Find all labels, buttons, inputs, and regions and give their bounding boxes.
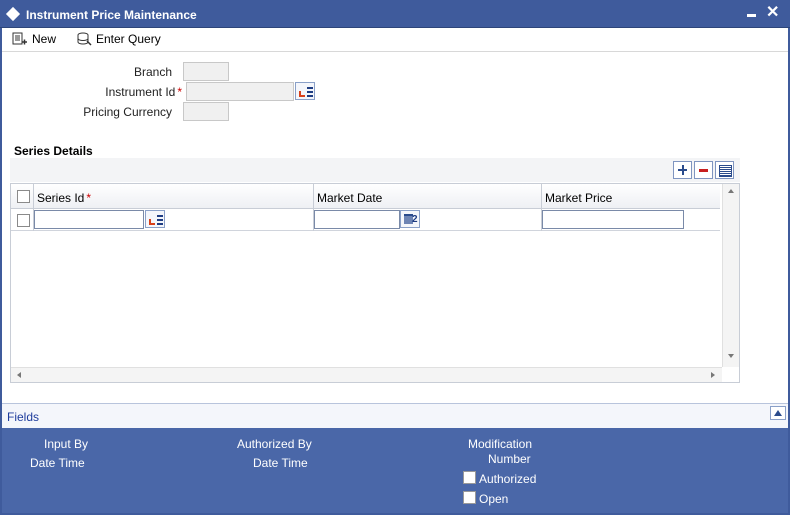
authorized-by-label: Authorized By (237, 437, 312, 451)
modification-number-label: Number (488, 452, 531, 466)
delete-row-icon[interactable] (694, 161, 713, 179)
branch-label: Branch (133, 65, 172, 79)
open-label: Open (479, 492, 509, 506)
series-id-input[interactable] (34, 210, 144, 229)
close-icon[interactable]: ✕ (766, 2, 779, 22)
series-id-column-header: Series Id * (37, 191, 92, 205)
window-title: Instrument Price Maintenance (26, 8, 197, 22)
toolbar: New Enter Query (2, 28, 788, 52)
calendar-icon[interactable]: 2 (400, 210, 420, 228)
open-checkbox[interactable] (463, 491, 476, 504)
instrument-id-field[interactable] (186, 82, 294, 101)
window-menu-icon[interactable] (5, 6, 21, 22)
audit-panel: Input By Date Time Authorized By Date Ti… (2, 428, 788, 513)
enter-query-label: Enter Query (96, 32, 161, 46)
table-row: 2 (11, 209, 720, 231)
input-date-time-label: Date Time (30, 456, 85, 470)
add-row-icon[interactable] (673, 161, 692, 179)
fields-link[interactable]: Fields (7, 410, 39, 424)
market-price-column-header: Market Price (545, 191, 613, 205)
instrument-id-label: Instrument Id (105, 85, 176, 99)
new-button-label: New (32, 32, 57, 46)
scroll-down-icon[interactable] (728, 354, 734, 358)
row-select-checkbox[interactable] (17, 214, 30, 227)
title-bar: Instrument Price Maintenance ✕ (0, 0, 790, 28)
single-record-view-icon[interactable] (715, 161, 734, 179)
scroll-left-icon[interactable] (17, 372, 21, 378)
database-query-icon (76, 32, 92, 46)
authorized-label: Authorized (479, 472, 537, 486)
instrument-id-lov-icon[interactable] (295, 82, 315, 100)
grid-header: Series Id * Market Date Market Price (11, 184, 720, 209)
pricing-currency-field[interactable] (183, 102, 229, 121)
branch-field[interactable] (183, 62, 229, 81)
fields-bar: Fields (2, 403, 788, 428)
authorized-date-time-label: Date Time (253, 456, 308, 470)
instrument-id-label-group: Instrument Id * (60, 85, 182, 99)
grid-toolbar (10, 158, 740, 182)
modification-label: Modification (468, 437, 533, 451)
new-button[interactable]: New (12, 30, 56, 48)
authorized-checkbox[interactable] (463, 471, 476, 484)
scroll-up-icon[interactable] (728, 189, 734, 193)
series-id-lov-icon[interactable] (145, 210, 165, 228)
pricing-currency-label: Pricing Currency (83, 105, 172, 119)
market-price-input[interactable] (542, 210, 684, 229)
market-date-input[interactable] (314, 210, 400, 229)
minimize-icon[interactable] (745, 6, 759, 20)
input-by-label: Input By (44, 437, 89, 451)
series-details-title: Series Details (14, 144, 93, 158)
horizontal-scrollbar[interactable] (11, 367, 722, 382)
select-all-checkbox[interactable] (17, 190, 30, 203)
market-date-column-header: Market Date (317, 191, 383, 205)
vertical-scrollbar[interactable] (722, 184, 739, 367)
collapse-up-icon[interactable] (770, 406, 786, 420)
enter-query-button[interactable]: Enter Query (76, 30, 161, 48)
new-document-icon (12, 32, 28, 46)
required-marker: * (177, 85, 182, 99)
scroll-right-icon[interactable] (711, 372, 715, 378)
series-details-grid: Series Id * Market Date Market Price 2 (10, 183, 740, 383)
